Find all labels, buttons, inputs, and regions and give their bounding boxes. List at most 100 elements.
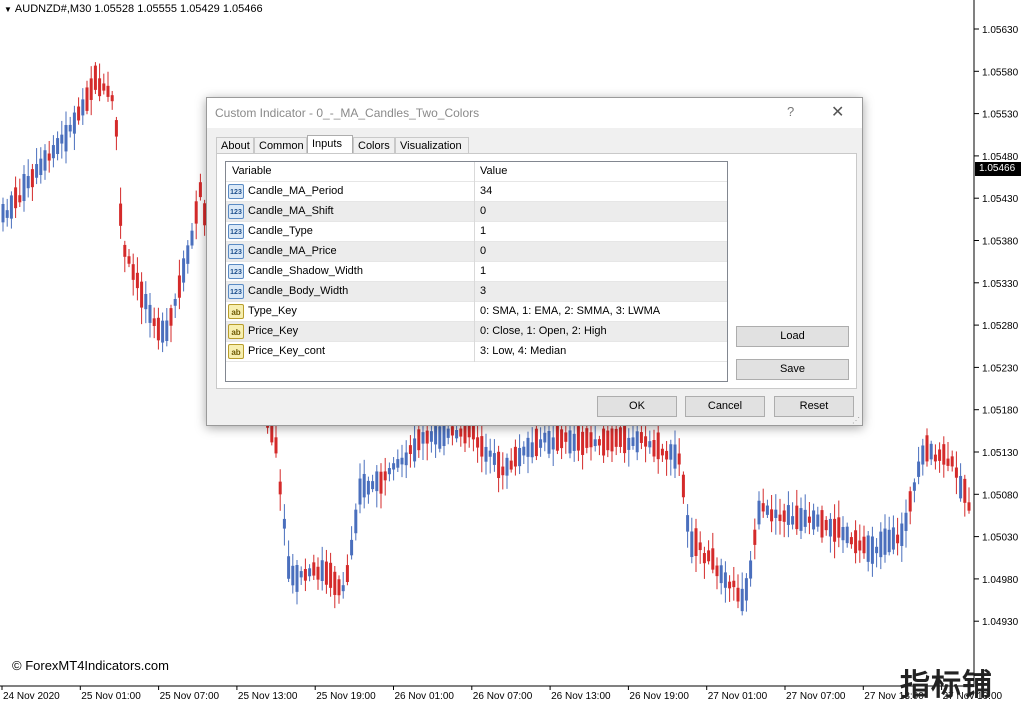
candle-body <box>173 299 177 306</box>
candle-body <box>68 124 72 132</box>
candle-body <box>555 424 559 451</box>
candle-body <box>602 428 606 456</box>
candle-body <box>954 467 958 478</box>
candle-body <box>761 503 765 512</box>
candle-body <box>14 187 18 209</box>
time-axis: 24 Nov 2020 25 Nov 01:00 25 Nov 07:00 25 No… <box>1 686 1003 702</box>
column-header-value[interactable]: Value <box>480 165 507 177</box>
input-row-candle-ma-price[interactable]: 123 Candle_MA_Price 0 <box>226 242 727 262</box>
price-axis: 1.056301.055801.055301.054801.054301.053… <box>974 25 1019 628</box>
help-button[interactable]: ? <box>787 104 794 119</box>
ok-button[interactable]: OK <box>597 396 677 417</box>
input-row-price-key[interactable]: ab Price_Key 0: Close, 1: Open, 2: High <box>226 322 727 342</box>
input-row-type-key[interactable]: ab Type_Key 0: SMA, 1: EMA, 2: SMMA, 3: … <box>226 302 727 322</box>
candle-body <box>291 565 295 586</box>
watermark: © ForexMT4Indicators.com <box>12 658 169 673</box>
candle-body <box>366 480 370 495</box>
input-variable-name: Candle_Type <box>248 225 313 237</box>
candle-body <box>749 560 753 579</box>
candle-body <box>942 444 946 465</box>
tab-common[interactable]: Common <box>254 137 307 154</box>
symbol-info-text: AUDNZD#,M30 1.05528 1.05555 1.05429 1.05… <box>14 3 263 15</box>
tab-visualization[interactable]: Visualization <box>395 137 469 154</box>
candle-body <box>413 438 417 462</box>
candle-body <box>883 528 887 555</box>
candle-body <box>665 450 669 460</box>
candle-body <box>22 174 26 202</box>
column-separator <box>474 302 475 322</box>
input-value[interactable]: 3 <box>480 285 486 297</box>
dialog-titlebar[interactable]: Custom Indicator - 0_-_MA_Candles_Two_Co… <box>207 98 862 128</box>
candle-body <box>417 429 421 451</box>
candle-body <box>551 437 555 450</box>
input-value[interactable]: 1 <box>480 265 486 277</box>
column-header-variable[interactable]: Variable <box>232 165 272 177</box>
grid-header: Variable Value <box>226 162 727 182</box>
input-value[interactable]: 0 <box>480 205 486 217</box>
candle-body <box>820 510 824 538</box>
input-row-candle-body-width[interactable]: 123 Candle_Body_Width 3 <box>226 282 727 302</box>
candle-body <box>337 579 341 596</box>
time-tick-label: 24 Nov 2020 <box>3 691 60 702</box>
close-button[interactable]: ✕ <box>831 102 844 122</box>
candle-body <box>35 164 39 178</box>
candle-body <box>530 442 534 458</box>
save-button[interactable]: Save <box>736 359 849 380</box>
candle-body <box>707 550 711 562</box>
candle-body <box>123 244 127 257</box>
candle-body <box>585 428 589 448</box>
candle-body <box>350 539 354 556</box>
input-variable-name: Candle_Shadow_Width <box>248 265 363 277</box>
candle-body <box>186 245 190 264</box>
candle-body <box>816 514 820 527</box>
candle-body <box>81 99 85 116</box>
candle-body <box>669 444 673 460</box>
input-row-price-key-cont[interactable]: ab Price_Key_cont 3: Low, 4: Median <box>226 342 727 362</box>
tab-colors[interactable]: Colors <box>353 137 395 154</box>
reset-button[interactable]: Reset <box>774 396 854 417</box>
input-value[interactable]: 0 <box>480 245 486 257</box>
input-value[interactable]: 34 <box>480 185 492 197</box>
candle-body <box>736 587 740 602</box>
input-value[interactable]: 1 <box>480 225 486 237</box>
candle-body <box>379 471 383 494</box>
candle-body <box>543 432 547 443</box>
candle-body <box>89 78 93 100</box>
numeric-type-icon: 123 <box>228 224 244 239</box>
input-value[interactable]: 3: Low, 4: Median <box>480 345 566 357</box>
input-row-candle-ma-period[interactable]: 123 Candle_MA_Period 34 <box>226 182 727 202</box>
candle-body <box>610 428 614 452</box>
dialog-title: Custom Indicator - 0_-_MA_Candles_Two_Co… <box>215 106 480 120</box>
candle-body <box>757 500 761 525</box>
time-tick-label: 27 Nov 01:00 <box>708 691 768 702</box>
candle-body <box>119 203 123 226</box>
candle-body <box>568 430 572 454</box>
input-value[interactable]: 0: SMA, 1: EMA, 2: SMMA, 3: LWMA <box>480 305 660 317</box>
resize-grip-icon[interactable]: ⋰ <box>852 416 860 425</box>
time-tick-label: 26 Nov 13:00 <box>551 691 611 702</box>
candle-body <box>501 466 505 476</box>
column-separator <box>474 162 475 182</box>
candle-body <box>434 426 438 445</box>
candle-body <box>618 427 622 447</box>
candle-body <box>425 430 429 444</box>
candle-body <box>404 452 408 466</box>
input-row-candle-shadow-width[interactable]: 123 Candle_Shadow_Width 1 <box>226 262 727 282</box>
input-value[interactable]: 0: Close, 1: Open, 2: High <box>480 325 607 337</box>
load-button[interactable]: Load <box>736 326 849 347</box>
candle-body <box>606 430 610 451</box>
candle-body <box>408 445 412 455</box>
candle-body <box>102 83 106 91</box>
candle-body <box>77 106 81 121</box>
tab-about[interactable]: About <box>216 137 254 154</box>
candle-body <box>866 535 870 562</box>
candle-body <box>165 320 169 342</box>
cancel-button[interactable]: Cancel <box>685 396 765 417</box>
input-row-candle-ma-shift[interactable]: 123 Candle_MA_Shift 0 <box>226 202 727 222</box>
tab-inputs[interactable]: Inputs <box>307 135 353 154</box>
candle-body <box>303 569 307 581</box>
candle-body <box>925 435 929 462</box>
candle-body <box>862 536 866 554</box>
input-row-candle-type[interactable]: 123 Candle_Type 1 <box>226 222 727 242</box>
candle-body <box>148 304 152 323</box>
